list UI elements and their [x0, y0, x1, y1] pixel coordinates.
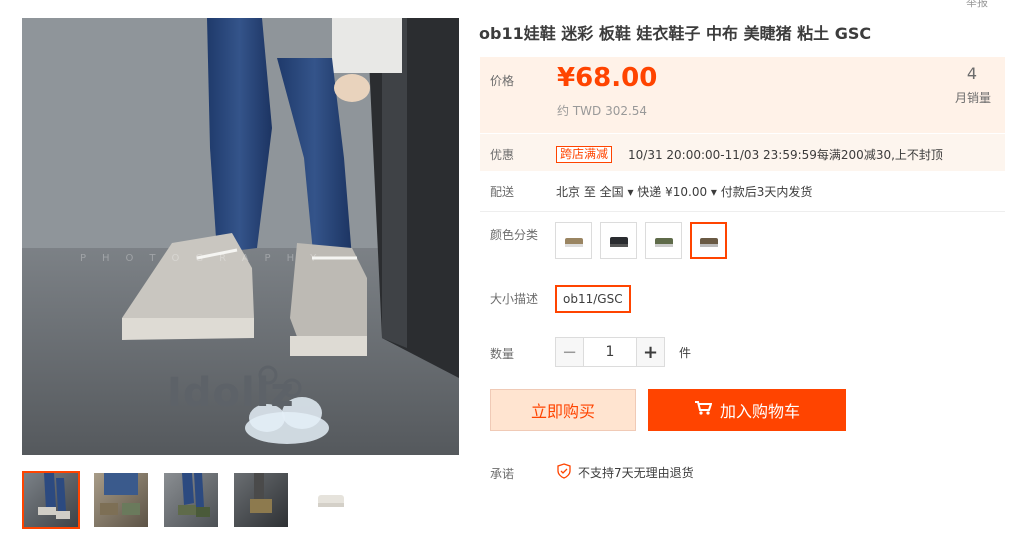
buy-now-label: 立即购买 — [530, 402, 595, 421]
add-to-cart-label: 加入购物车 — [719, 402, 800, 421]
thumbnail-3[interactable] — [162, 471, 220, 529]
price-panel: 价格 ¥68.00 约 TWD 302.54 4 月销量 — [480, 57, 1005, 133]
monthly-sales-count: 4 — [966, 64, 977, 83]
quantity-unit: 件 — [679, 346, 692, 360]
size-option[interactable]: ob11/GSC — [555, 285, 631, 313]
color-option-3[interactable] — [645, 222, 682, 259]
photo-watermark: PHOTOGRAPHY — [80, 253, 333, 264]
color-option-1[interactable] — [555, 222, 592, 259]
cart-icon — [694, 400, 713, 420]
main-product-image: PHOTOGRAPHY Idollz — [22, 18, 459, 455]
promise-text: 不支持7天无理由退货 — [578, 466, 694, 480]
report-link[interactable]: 举报 — [966, 0, 988, 10]
quantity-label: 数量 — [490, 347, 515, 361]
promise-label: 承诺 — [490, 467, 515, 481]
converted-price: 约 TWD 302.54 — [557, 104, 648, 118]
thumbnail-5[interactable] — [302, 471, 360, 529]
size-label: 大小描述 — [490, 292, 539, 306]
color-option-4[interactable] — [690, 222, 727, 259]
brand-logo: Idollz — [167, 370, 295, 416]
price-label: 价格 — [490, 74, 515, 88]
promise-item: 不支持7天无理由退货 — [556, 463, 694, 482]
promotion-label: 优惠 — [490, 148, 515, 162]
color-option-2[interactable] — [600, 222, 637, 259]
quantity-stepper: − 1 + — [555, 337, 665, 367]
quantity-decrease-button[interactable]: − — [555, 337, 584, 367]
promotion-tag[interactable]: 跨店满减 — [556, 146, 613, 163]
thumbnail-4[interactable] — [232, 471, 290, 529]
shield-check-icon — [556, 463, 572, 482]
quantity-increase-button[interactable]: + — [636, 337, 665, 367]
product-title: ob11娃鞋 迷彩 板鞋 娃衣鞋子 中布 美睫猪 粘土 GSC — [479, 24, 872, 43]
thumbnail-1[interactable] — [22, 471, 80, 529]
color-swatches — [555, 222, 727, 259]
shipping-info[interactable]: 北京 至 全国 ▾ 快递 ¥10.00 ▾ 付款后3天内发货 — [556, 183, 812, 200]
price-value: ¥68.00 — [557, 63, 658, 93]
thumbnail-strip — [22, 471, 360, 529]
quantity-input[interactable]: 1 — [584, 337, 636, 367]
add-to-cart-button[interactable]: 加入购物车 — [648, 389, 846, 431]
monthly-sales-label: 月销量 — [954, 91, 991, 105]
promotion-text: 10/31 20:00:00-11/03 23:59:59每满200减30,上不… — [628, 148, 943, 162]
divider — [480, 211, 1005, 212]
color-label: 颜色分类 — [490, 228, 539, 242]
shipping-label: 配送 — [490, 185, 515, 199]
promotion-panel: 优惠 跨店满减 10/31 20:00:00-11/03 23:59:59每满2… — [480, 134, 1005, 171]
thumbnail-2[interactable] — [92, 471, 150, 529]
buy-now-button[interactable]: 立即购买 — [490, 389, 636, 431]
